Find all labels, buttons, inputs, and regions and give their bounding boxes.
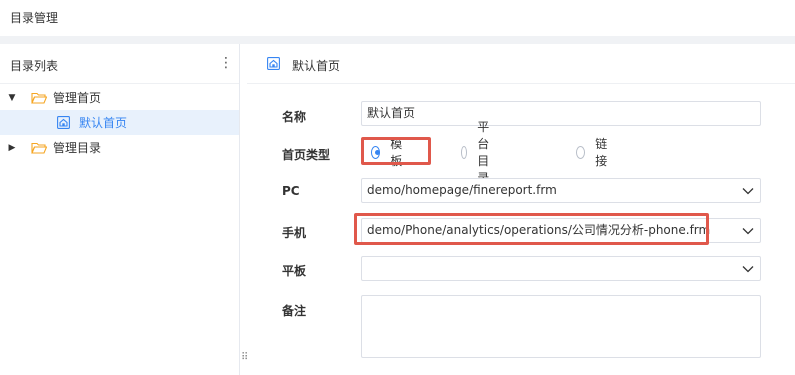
panel-title: 默认首页 [292, 59, 341, 73]
name-input[interactable]: 默认首页 [361, 101, 761, 126]
more-vertical-icon[interactable]: ⋮ [219, 55, 233, 71]
sidebar-header: 目录列表 ⋮ [0, 44, 239, 84]
folder-open-icon [31, 92, 47, 104]
sidebar-title: 目录列表 [10, 59, 59, 73]
pc-value: demo/homepage/finereport.frm [367, 183, 557, 197]
folder-icon [31, 142, 47, 154]
tree-item-label: 管理目录 [53, 141, 102, 155]
tree-item-manage-directory[interactable]: ▶ 管理目录 [0, 135, 239, 160]
top-bar: 目录管理 [0, 0, 795, 36]
radio-label: 模板 [390, 137, 403, 168]
name-label: 名称 [282, 110, 307, 124]
pc-select[interactable]: demo/homepage/finereport.frm [361, 178, 761, 203]
header-gap [0, 36, 795, 44]
mobile-value: demo/Phone/analytics/operations/公司情况分析-p… [367, 223, 711, 237]
chevron-down-icon[interactable] [742, 263, 754, 275]
tree-item-label: 管理首页 [53, 91, 102, 105]
note-textarea[interactable] [361, 295, 761, 358]
directory-sidebar: 目录列表 ⋮ ▼ 管理首页 默认首页 ▶ 管理目录 [0, 44, 240, 375]
radio-unchecked-icon[interactable] [461, 145, 468, 159]
home-type-label: 首页类型 [282, 148, 331, 162]
mobile-select[interactable]: demo/Phone/analytics/operations/公司情况分析-p… [361, 218, 761, 243]
chevron-down-icon[interactable] [742, 185, 754, 197]
tablet-label: 平板 [282, 264, 307, 278]
home-settings-panel: 默认首页 名称 默认首页 首页类型 模板 平台目录 链接 PC demo/hom… [247, 44, 795, 375]
name-value: 默认首页 [367, 106, 416, 120]
tablet-select[interactable] [361, 256, 761, 281]
chevron-down-icon[interactable] [742, 225, 754, 237]
tree-item-default-home[interactable]: 默认首页 [0, 110, 239, 135]
home-page-icon [267, 57, 280, 70]
radio-unchecked-icon[interactable] [576, 145, 586, 159]
caret-right-icon[interactable]: ▶ [7, 143, 17, 153]
tree-item-manage-home[interactable]: ▼ 管理首页 [0, 85, 239, 110]
pc-label: PC [282, 184, 300, 198]
page-title: 目录管理 [10, 11, 59, 25]
note-label: 备注 [282, 304, 307, 318]
tree-item-label: 默认首页 [79, 116, 128, 130]
caret-down-icon[interactable]: ▼ [7, 93, 17, 103]
home-page-icon [57, 116, 70, 129]
radio-checked-icon[interactable] [371, 145, 381, 159]
radio-link[interactable]: 链接 [576, 137, 611, 168]
mobile-label: 手机 [282, 226, 307, 240]
radio-template[interactable]: 模板 [371, 137, 406, 168]
panel-header: 默认首页 [247, 44, 795, 84]
radio-platform-directory[interactable]: 平台目录 [461, 120, 496, 185]
radio-label: 平台目录 [477, 120, 490, 185]
radio-label: 链接 [595, 137, 608, 168]
